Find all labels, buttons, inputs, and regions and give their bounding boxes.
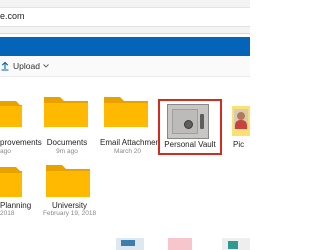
folder-tile-university[interactable]: [42, 163, 92, 203]
safe-door: [172, 109, 198, 134]
folder-name: Pic: [233, 140, 245, 149]
folder-name: Personal Vault: [164, 140, 216, 149]
folder-name: Email Attachments: [100, 138, 167, 147]
folder-icon: [46, 165, 90, 197]
upload-button[interactable]: Upload: [0, 60, 49, 72]
file-thumbnail[interactable]: [222, 238, 250, 250]
folder-icon: [0, 167, 22, 197]
folder-date: 9m ago: [56, 148, 78, 155]
folder-name: Documents: [46, 138, 88, 147]
folder-name: University: [51, 201, 88, 210]
folder-date: February 19, 2018: [42, 210, 97, 217]
app-header: [0, 37, 250, 56]
safe-icon: [167, 104, 209, 139]
folder-name: provements: [0, 138, 42, 147]
file-thumbnail[interactable]: [116, 238, 144, 250]
folder-tile-documents[interactable]: [42, 95, 92, 135]
folder-tile-planning[interactable]: [0, 163, 40, 203]
safe-dial: [184, 120, 193, 129]
divider: [0, 33, 250, 34]
photo-thumbnail: [234, 109, 248, 129]
address-text: e.com: [0, 11, 25, 21]
command-bar: Upload: [0, 56, 250, 77]
folder-name: Planning: [0, 201, 32, 210]
folder-icon: [44, 97, 88, 127]
folder-tile-email-attachments[interactable]: [100, 95, 150, 135]
chevron-down-icon: [43, 64, 49, 68]
safe-handle: [200, 114, 204, 129]
folder-date: March 20: [113, 148, 142, 155]
folder-icon: [104, 97, 148, 127]
folder-date: ago: [0, 148, 11, 155]
upload-label: Upload: [13, 61, 40, 71]
file-thumbnail[interactable]: [168, 238, 192, 250]
folder-icon: [0, 101, 22, 127]
address-bar[interactable]: e.com: [0, 7, 250, 27]
browser-address-strip: e.com: [0, 0, 250, 33]
folder-date: 2018: [0, 210, 15, 217]
folder-tile-improvements[interactable]: [0, 95, 40, 135]
upload-icon: [1, 61, 9, 71]
